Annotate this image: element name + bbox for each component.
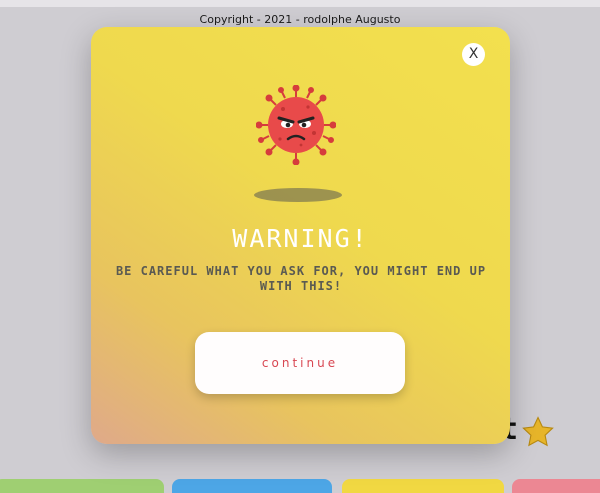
continue-button[interactable]: continue [195,332,405,394]
background-cards [0,476,600,493]
star-icon [522,416,554,447]
modal-message: BE CAREFUL WHAT YOU ASK FOR, YOU MIGHT E… [115,264,487,293]
top-border [0,0,600,7]
warning-modal: X WARNING! BE CAREFUL WHAT YOU ASK FOR, … [91,27,510,444]
card-blue [172,479,332,493]
angry-virus-icon [256,85,336,165]
virus-shadow [254,188,342,202]
card-yellow [342,479,504,493]
card-pink [512,479,600,493]
copyright-text: Copyright - 2021 - rodolphe Augusto [199,13,401,26]
card-green [0,479,164,493]
modal-title: WARNING! [232,224,369,253]
close-button[interactable]: X [462,43,485,66]
